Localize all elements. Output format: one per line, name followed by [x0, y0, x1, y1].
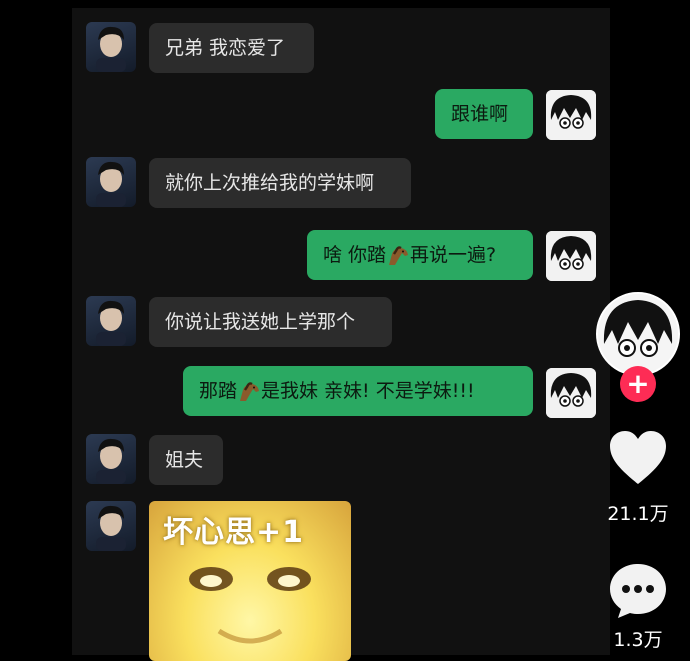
message-bubble-incoming: 姐夫 — [149, 435, 223, 485]
sticker-caption: 坏心思+1 — [163, 515, 305, 550]
message-bubble-outgoing: 那踏 是我妹 亲妹! 不是学妹!!! — [183, 366, 533, 416]
my-avatar — [546, 231, 596, 281]
message-bubble-incoming: 就你上次推给我的学妹啊 — [149, 158, 411, 208]
friend-avatar — [86, 296, 136, 346]
my-avatar — [546, 90, 596, 140]
comment-count: 1.3万 — [613, 629, 663, 651]
friend-avatar — [86, 22, 136, 72]
message-text: 再说一遍? — [410, 244, 497, 266]
follow-button[interactable]: + — [620, 366, 656, 402]
message-text: 是我妹 亲妹! 不是学妹!!! — [261, 380, 475, 402]
horse-emoji-icon — [240, 381, 260, 401]
friend-avatar — [86, 434, 136, 484]
message-bubble-outgoing: 跟谁啊 — [435, 89, 533, 139]
message-text: 啥 你踏 — [323, 244, 387, 266]
message-bubble-outgoing: 啥 你踏 再说一遍? — [307, 230, 533, 280]
video-action-sidebar: + 21.1万 1.3万 — [596, 292, 686, 652]
like-count: 21.1万 — [607, 503, 669, 525]
creator-avatar[interactable] — [596, 292, 680, 376]
comment-icon[interactable] — [608, 562, 668, 620]
horse-emoji-icon — [389, 245, 409, 265]
heart-icon[interactable] — [608, 430, 668, 486]
message-bubble-incoming: 你说让我送她上学那个 — [149, 297, 392, 347]
message-bubble-incoming: 兄弟 我恋爱了 — [149, 23, 314, 73]
my-avatar — [546, 368, 596, 418]
sticker-image: 坏心思+1 — [149, 501, 351, 661]
friend-avatar — [86, 157, 136, 207]
message-text: 那踏 — [199, 380, 238, 402]
friend-avatar — [86, 501, 136, 551]
